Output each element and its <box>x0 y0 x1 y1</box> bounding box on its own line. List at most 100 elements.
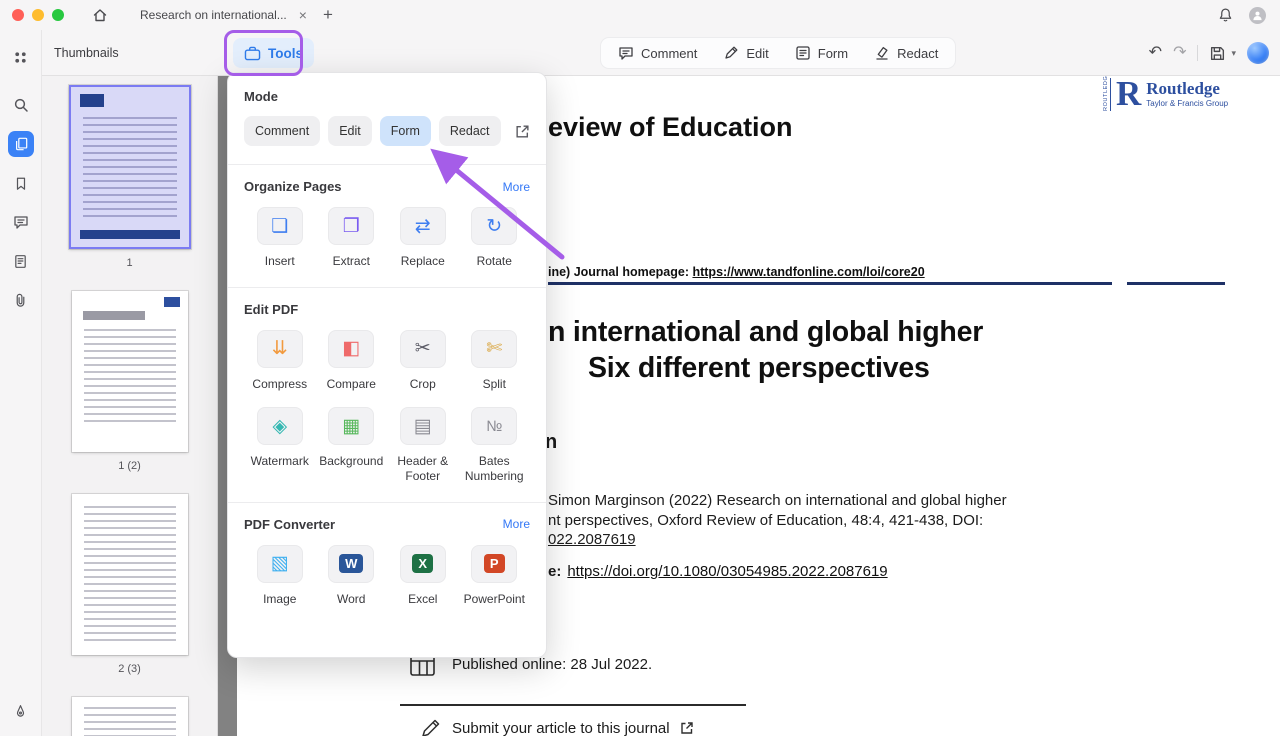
minimize-window-button[interactable] <box>32 9 44 21</box>
tool-label: Extract <box>333 254 370 269</box>
zoom-window-button[interactable] <box>52 9 64 21</box>
document-tab[interactable]: Research on international... × <box>132 0 315 30</box>
tools-button[interactable]: Tools <box>233 38 314 68</box>
thumbnails-panel: 1 1 (2) 2 (3) <box>42 76 218 736</box>
document-panel-icon[interactable] <box>8 248 34 274</box>
thumbnail-page-2[interactable] <box>72 291 188 452</box>
redact-marker-icon <box>874 45 890 61</box>
tool-replace[interactable]: Replace <box>387 207 459 269</box>
attachments-panel-icon[interactable] <box>8 287 34 313</box>
toolbar-divider <box>1197 45 1198 61</box>
tool-background[interactable]: Background <box>316 407 388 483</box>
thumbnail-item[interactable]: 1 (2) <box>72 291 188 473</box>
extract-icon <box>328 207 374 245</box>
bookmarks-panel-icon[interactable] <box>8 170 34 196</box>
toolbar-actions: ↶ ↷ ▾ <box>1149 37 1269 69</box>
edit-pdf-grid: Compress Compare Crop Split Watermark <box>244 330 530 484</box>
published-text: Published online: 28 Jul 2022. <box>452 656 652 673</box>
mode-form-button[interactable]: Form <box>782 38 861 68</box>
thumbnail-page-3[interactable] <box>72 494 188 655</box>
compare-icon <box>328 330 374 368</box>
journal-homepage-link[interactable]: https://www.tandfonline.com/loi/core20 <box>692 265 924 279</box>
doi-line: e:https://doi.org/10.1080/03054985.2022.… <box>548 563 888 580</box>
account-avatar[interactable] <box>1249 7 1266 24</box>
tool-header-footer[interactable]: Header & Footer <box>387 407 459 483</box>
submit-article-row[interactable]: Submit your article to this journal <box>420 717 694 736</box>
tool-to-excel[interactable]: Excel <box>387 545 459 607</box>
search-icon[interactable] <box>8 92 34 118</box>
thumbnail-page-label: 1 (2) <box>118 460 141 473</box>
tool-rotate[interactable]: Rotate <box>459 207 531 269</box>
routledge-logo: ROUTLEDGE R Routledge Taylor & Francis G… <box>1103 78 1228 111</box>
mode-comment-button[interactable]: Comment <box>605 38 710 68</box>
thumbnail-item[interactable] <box>72 697 188 736</box>
header-footer-icon <box>400 407 446 445</box>
tool-to-image[interactable]: Image <box>244 545 316 607</box>
redo-icon[interactable]: ↷ <box>1173 45 1186 61</box>
powerpoint-icon <box>471 545 517 583</box>
panel-mode-redact-button[interactable]: Redact <box>439 116 501 146</box>
signature-pen-icon[interactable] <box>8 698 34 724</box>
submit-article-link[interactable]: Submit your article to this journal <box>452 720 670 736</box>
tool-compress[interactable]: Compress <box>244 330 316 392</box>
tool-label: Word <box>337 592 365 607</box>
tool-watermark[interactable]: Watermark <box>244 407 316 483</box>
apps-grid-icon[interactable] <box>8 44 34 70</box>
thumbnails-panel-icon[interactable] <box>8 131 34 157</box>
thumbnail-page-4[interactable] <box>72 697 188 736</box>
citation-line1: Simon Marginson (2022) Research on inter… <box>548 492 1007 509</box>
tool-extract[interactable]: Extract <box>316 207 388 269</box>
ai-assistant-button[interactable] <box>1247 42 1269 64</box>
popover-divider <box>228 502 546 503</box>
doi-link[interactable]: https://doi.org/10.1080/03054985.2022.20… <box>567 563 887 580</box>
mode-redact-button[interactable]: Redact <box>861 38 951 68</box>
tool-label: Watermark <box>251 454 309 469</box>
rotate-icon <box>471 207 517 245</box>
organize-pages-more-link[interactable]: More <box>503 180 530 194</box>
tool-insert[interactable]: Insert <box>244 207 316 269</box>
mode-edit-button[interactable]: Edit <box>710 38 781 68</box>
split-icon <box>471 330 517 368</box>
new-tab-button[interactable]: + <box>323 5 333 25</box>
tool-crop[interactable]: Crop <box>387 330 459 392</box>
background-icon <box>328 407 374 445</box>
panel-mode-comment-button[interactable]: Comment <box>244 116 320 146</box>
footer-rule <box>400 704 746 706</box>
home-icon[interactable] <box>92 7 108 23</box>
save-dropdown-chevron-icon[interactable]: ▾ <box>1231 48 1236 59</box>
panel-mode-edit-button[interactable]: Edit <box>328 116 372 146</box>
tool-split[interactable]: Split <box>459 330 531 392</box>
thumbnail-text-lines <box>84 506 176 643</box>
mode-section-title: Mode <box>244 89 530 104</box>
panel-mode-buttons: Comment Edit Form Redact <box>244 116 530 146</box>
tool-bates-numbering[interactable]: Bates Numbering <box>459 407 531 483</box>
organize-pages-title: Organize Pages <box>244 179 342 194</box>
annotations-panel-icon[interactable] <box>8 209 34 235</box>
open-in-new-window-icon[interactable] <box>515 124 530 139</box>
undo-icon[interactable]: ↶ <box>1149 45 1162 61</box>
edit-pdf-title: Edit PDF <box>244 302 298 317</box>
close-tab-icon[interactable]: × <box>299 7 307 23</box>
thumbnail-item[interactable]: 1 <box>69 85 191 270</box>
form-icon <box>795 45 811 61</box>
thumbnails-panel-title: Thumbnails <box>54 46 119 60</box>
citation-doi-fragment[interactable]: 022.2087619 <box>548 531 636 548</box>
main-toolbar: Thumbnails Tools Comment Edit Form <box>42 30 1280 76</box>
close-window-button[interactable] <box>12 9 24 21</box>
pdf-converter-more-link[interactable]: More <box>503 517 530 531</box>
panel-mode-form-button[interactable]: Form <box>380 116 431 146</box>
save-icon[interactable] <box>1209 45 1226 62</box>
tool-label: Image <box>263 592 296 607</box>
thumbnail-text-lines <box>83 117 177 221</box>
tool-label: Split <box>483 377 506 392</box>
tool-to-word[interactable]: Word <box>316 545 388 607</box>
notifications-bell-icon[interactable] <box>1218 7 1233 23</box>
replace-icon <box>400 207 446 245</box>
thumbnail-item[interactable]: 2 (3) <box>72 494 188 676</box>
header-rule-segment <box>1127 282 1225 285</box>
tool-to-powerpoint[interactable]: PowerPoint <box>459 545 531 607</box>
thumbnail-page-label: 2 (3) <box>118 663 141 676</box>
left-icon-rail <box>0 30 42 736</box>
tool-compare[interactable]: Compare <box>316 330 388 392</box>
thumbnail-page-1[interactable] <box>69 85 191 249</box>
